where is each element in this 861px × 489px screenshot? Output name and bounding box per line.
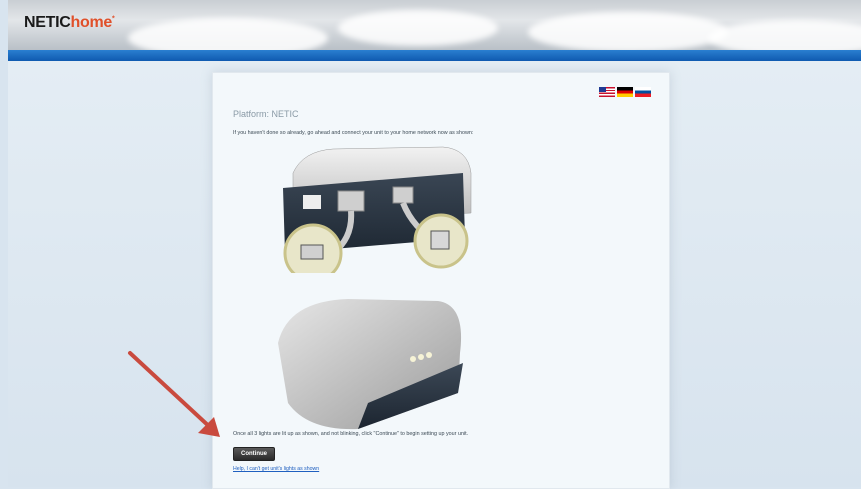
- language-selector: [599, 87, 651, 97]
- header-blue-bar: [8, 50, 861, 61]
- device-ports-image: [283, 146, 472, 273]
- slovenia-flag-icon[interactable]: [635, 87, 651, 97]
- connect-instruction: If you haven't done so already, go ahead…: [233, 130, 474, 136]
- page-header: NETIChome*: [8, 0, 861, 50]
- logo[interactable]: NETIChome*: [24, 14, 115, 32]
- logo-mark: *: [112, 15, 115, 23]
- platform-label: Platform: NETIC: [233, 109, 299, 119]
- logo-main-text: NETIC: [24, 14, 71, 31]
- logo-accent-text: home: [70, 14, 113, 31]
- device-lights-image: [278, 299, 463, 430]
- lights-instruction: Once all 3 lights are lit up as shown, a…: [233, 431, 469, 437]
- cloud-decoration: [338, 10, 498, 46]
- help-link[interactable]: Help, I can't get unit's lights as shown: [233, 466, 319, 472]
- cloud-decoration: [528, 12, 728, 50]
- germany-flag-icon[interactable]: [617, 87, 633, 97]
- continue-button[interactable]: Continue: [233, 447, 275, 461]
- red-arrow-annotation: [128, 351, 220, 437]
- cloud-decoration: [128, 18, 328, 50]
- setup-panel: Platform: NETIC If you haven't done so a…: [212, 72, 670, 489]
- cloud-decoration: [708, 20, 861, 50]
- us-flag-icon[interactable]: [599, 87, 615, 97]
